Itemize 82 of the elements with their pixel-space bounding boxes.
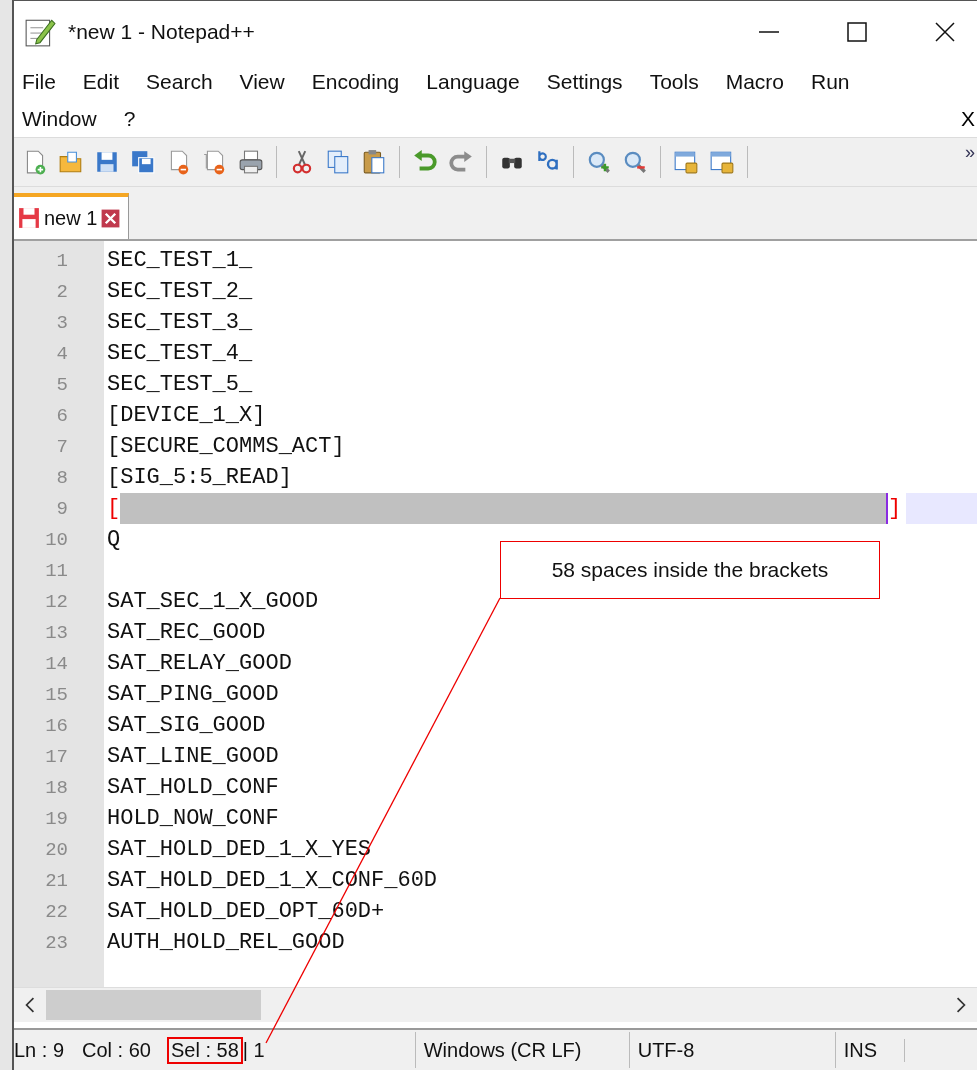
code-line: [SECURE_COMMS_ACT] — [107, 434, 345, 459]
line-number: 23 — [44, 931, 68, 954]
close-bracket: ] — [887, 496, 902, 521]
window-lock-icon[interactable] — [709, 149, 735, 175]
code-line: SAT_SEC_1_X_GOOD — [107, 589, 319, 614]
status-field: Col : 60 — [82, 1038, 151, 1062]
printer-icon[interactable] — [238, 149, 264, 175]
open-bracket: [ — [107, 496, 121, 521]
line-number: 15 — [44, 683, 68, 706]
annotation-callout: 58 spaces inside the brackets — [500, 541, 880, 599]
line-number: 6 — [55, 404, 68, 427]
line-number: 5 — [55, 373, 68, 396]
code-line: HOLD_NOW_CONF — [107, 806, 279, 831]
zoom-out-icon[interactable] — [622, 149, 648, 175]
menu-item[interactable]: Macro — [725, 69, 784, 94]
menu-item[interactable]: Encoding — [311, 69, 400, 94]
copy-icon[interactable] — [325, 149, 351, 175]
line-number: 2 — [55, 280, 68, 303]
scroll-left-icon[interactable] — [24, 997, 36, 1013]
line-number: 17 — [44, 745, 68, 768]
floppy-disks-icon[interactable] — [130, 149, 156, 175]
menu-item[interactable]: ? — [123, 106, 136, 131]
code-line: SAT_RELAY_GOOD — [107, 651, 292, 676]
line-number: 8 — [55, 466, 68, 489]
line-number: 3 — [55, 311, 68, 334]
menu-item[interactable]: View — [239, 69, 285, 94]
menu-item[interactable]: Window — [22, 106, 97, 131]
line-number: 11 — [44, 559, 68, 582]
scrollbar-thumb[interactable] — [46, 990, 261, 1020]
status-field: Ln : 9 — [14, 1038, 65, 1062]
close-icon[interactable] — [935, 22, 955, 42]
code-line: SAT_LINE_GOOD — [107, 744, 279, 769]
document-tab[interactable]: new 1 — [14, 193, 130, 239]
code-line: [DEVICE_1_X] — [107, 403, 266, 428]
window-title: *new 1 - Notepad++ — [68, 20, 255, 44]
menu-item[interactable]: Edit — [82, 69, 120, 94]
window-lock-icon[interactable] — [673, 149, 699, 175]
line-number: 13 — [44, 621, 68, 644]
status-field: | 1 — [242, 1038, 265, 1062]
code-line: SAT_REC_GOOD — [107, 620, 266, 645]
code-line: SEC_TEST_4_ — [107, 341, 253, 366]
status-field: UTF-8 — [629, 1038, 835, 1062]
status-field: INS — [835, 1038, 905, 1062]
line-number: 14 — [44, 652, 68, 675]
line-number: 1 — [55, 249, 68, 272]
code-line: [SIG_5:5_READ] — [107, 465, 292, 490]
code-line: SAT_PING_GOOD — [107, 682, 279, 707]
code-line: SEC_TEST_1_ — [107, 248, 253, 273]
code-line: SAT_HOLD_CONF — [107, 775, 279, 800]
line-number: 12 — [44, 590, 68, 613]
code-line: SEC_TEST_2_ — [107, 279, 253, 304]
close-tab-icon[interactable] — [101, 208, 121, 228]
menu-item[interactable]: File — [22, 69, 56, 94]
scroll-right-icon[interactable] — [955, 997, 967, 1013]
text-caret — [885, 493, 888, 524]
line-number: 10 — [44, 528, 68, 551]
line-number: 18 — [44, 776, 68, 799]
folder-icon[interactable] — [58, 149, 84, 175]
menu-item[interactable]: Search — [146, 69, 213, 94]
line-number: 22 — [44, 900, 68, 923]
menu-item[interactable]: Tools — [649, 69, 699, 94]
code-line: Q — [107, 527, 121, 552]
code-line: SAT_SIG_GOOD — [107, 713, 266, 738]
menu-item[interactable]: Language — [426, 69, 520, 94]
line-number: 21 — [44, 869, 68, 892]
menu-item[interactable]: Settings — [546, 69, 623, 94]
line-number: 19 — [44, 807, 68, 830]
clipboard-icon[interactable] — [361, 149, 387, 175]
line-number: 7 — [55, 435, 68, 458]
zoom-in-icon[interactable] — [586, 149, 612, 175]
line-number: 4 — [55, 342, 68, 365]
code-line: SEC_TEST_3_ — [107, 310, 253, 335]
status-field: Windows (CR LF) — [415, 1038, 629, 1062]
line-number: 20 — [44, 838, 68, 861]
maximize-icon[interactable] — [847, 22, 867, 42]
toolbar-overflow-button[interactable]: » — [965, 142, 975, 163]
code-line: SEC_TEST_5_ — [107, 372, 253, 397]
status-field: Sel : 58 — [169, 1038, 241, 1062]
close-document-button[interactable]: X — [961, 106, 975, 131]
line-number: 16 — [44, 714, 68, 737]
line-number: 9 — [55, 497, 68, 520]
menu-item[interactable]: Run — [811, 69, 850, 94]
